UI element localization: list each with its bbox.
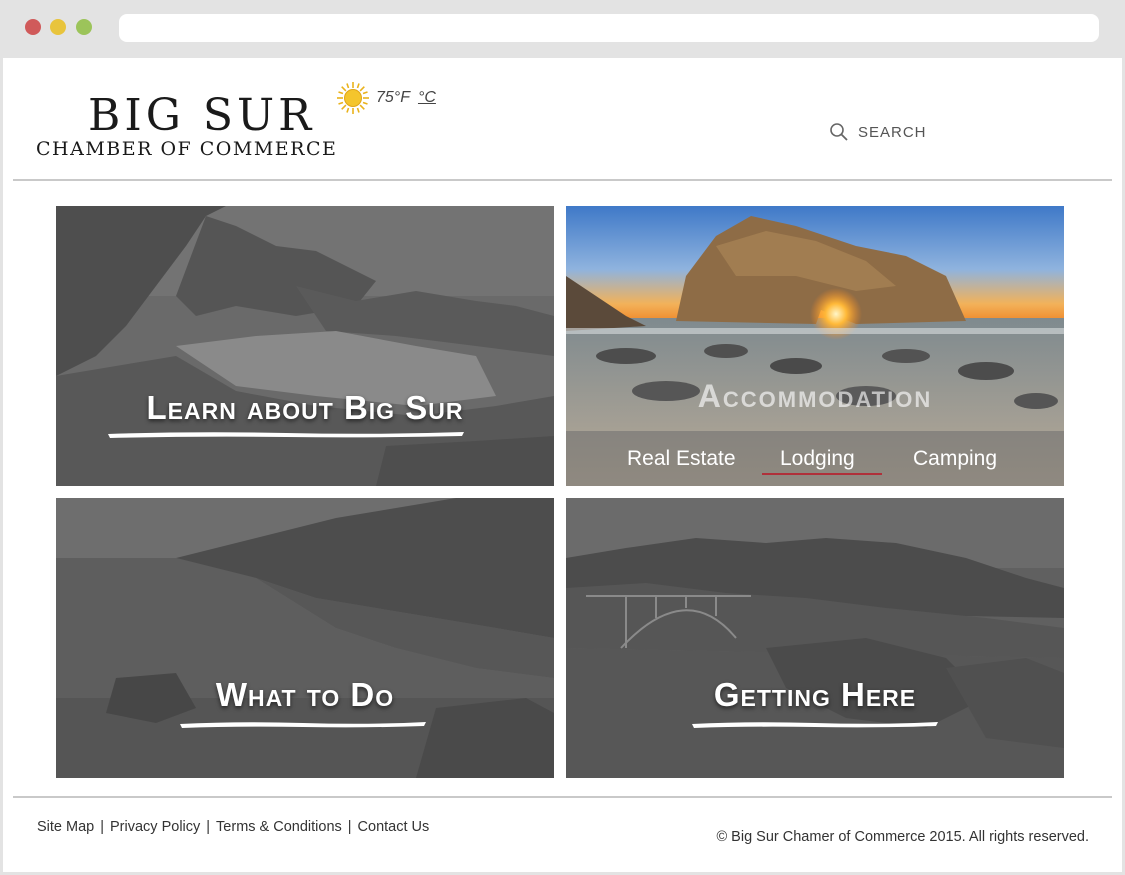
- maximize-window-dot[interactable]: [76, 19, 92, 35]
- browser-chrome: [0, 0, 1125, 58]
- brush-stroke-decoration: [108, 432, 464, 438]
- temperature-fahrenheit: 75°F: [376, 89, 410, 106]
- accommodation-subnav: Real Estate Lodging Camping: [566, 431, 1064, 486]
- brush-stroke-decoration: [180, 722, 426, 728]
- footer-link-privacy-policy[interactable]: Privacy Policy: [110, 819, 200, 835]
- subnav-real-estate[interactable]: Real Estate: [627, 447, 736, 471]
- footer-separator: |: [100, 819, 105, 835]
- tile-learn-about-big-sur[interactable]: Learn about Big Sur: [56, 206, 554, 486]
- coast-waterfall-photo: [56, 206, 554, 486]
- bixby-bridge-photo: [566, 498, 1064, 778]
- tile-title-learn: Learn about Big Sur: [146, 389, 464, 426]
- tile-title-accommodation: Accommodation: [697, 378, 933, 414]
- logo-title: BIG SUR: [88, 90, 316, 141]
- footer-separator: |: [347, 819, 352, 835]
- tile-title-what-to-do: What to Do: [215, 676, 395, 713]
- search-label: SEARCH: [858, 123, 927, 141]
- tile-accommodation[interactable]: Accommodation Real Estate Lodging Campin…: [566, 206, 1064, 486]
- minimize-window-dot[interactable]: [50, 19, 66, 35]
- celsius-toggle[interactable]: °C: [418, 89, 436, 107]
- brush-stroke-decoration: [692, 722, 938, 728]
- weather-widget: 75°F °C: [336, 82, 436, 114]
- header-divider: [13, 179, 1112, 181]
- address-bar[interactable]: [119, 14, 1099, 42]
- tile-what-to-do[interactable]: What to Do: [56, 498, 554, 778]
- tile-getting-here[interactable]: Getting Here: [566, 498, 1064, 778]
- coastline-cliffs-photo: [56, 498, 554, 778]
- active-subnav-underline: [762, 473, 882, 475]
- site-logo[interactable]: BIG SUR CHAMBER OF COMMERCE: [36, 88, 356, 168]
- footer-separator: |: [206, 819, 211, 835]
- footer-link-terms-conditions[interactable]: Terms & Conditions: [216, 819, 342, 835]
- search-button[interactable]: SEARCH: [829, 122, 927, 142]
- subnav-lodging[interactable]: Lodging: [780, 447, 855, 471]
- footer-link-contact-us[interactable]: Contact Us: [358, 819, 430, 835]
- sun-icon: [337, 82, 369, 114]
- subnav-camping[interactable]: Camping: [913, 447, 997, 471]
- footer-link-site-map[interactable]: Site Map: [37, 819, 94, 835]
- close-window-dot[interactable]: [25, 19, 41, 35]
- copyright-notice: © Big Sur Chamer of Commerce 2015. All r…: [716, 829, 1089, 845]
- tile-title-getting-here: Getting Here: [713, 676, 917, 713]
- frame-border-left: [0, 58, 3, 875]
- search-icon: [830, 123, 848, 141]
- footer-links: Site Map | Privacy Policy | Terms & Conditio…: [37, 819, 429, 835]
- logo-subtitle: CHAMBER OF COMMERCE: [36, 138, 338, 160]
- footer-divider: [13, 796, 1112, 798]
